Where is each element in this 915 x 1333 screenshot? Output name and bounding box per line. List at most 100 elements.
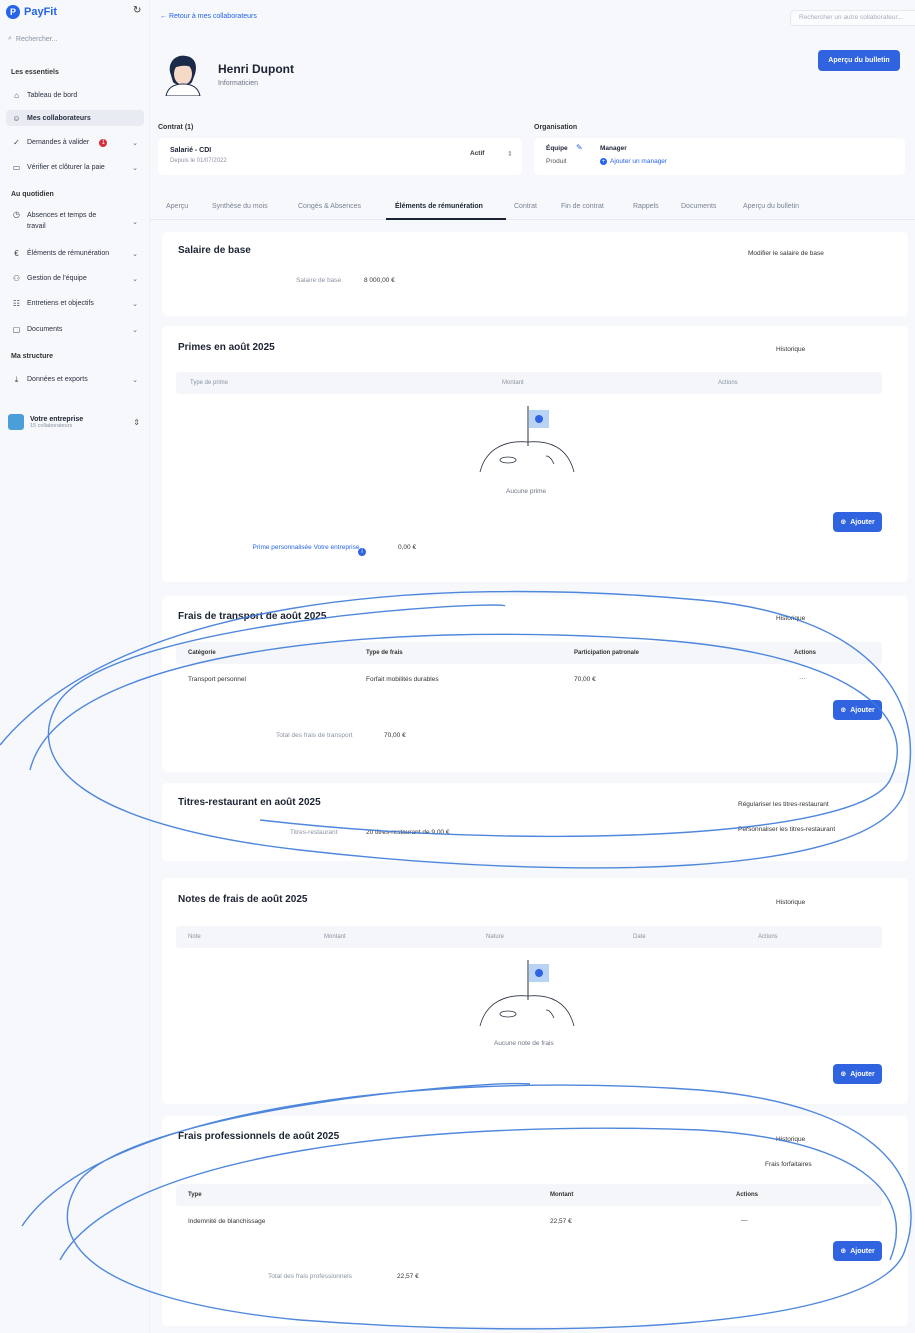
refresh-icon[interactable]: ↻ [133,5,141,16]
active-tab-indicator [386,218,506,220]
column-header[interactable]: Montant [324,934,346,940]
tab-monthly-summary[interactable]: Synthèse du mois [212,203,268,210]
cell-type: Indemnité de blanchissage [188,1218,266,1225]
sidebar-item-label: Demandes à valider [27,139,90,146]
section-title: Primes en août 2025 [178,342,275,353]
total-value: 70,00 € [384,732,406,739]
sidebar-item-team[interactable]: ⚇ Gestion de l'équipe ⌄ [6,271,144,286]
chevron-down-icon: ⌄ [132,326,138,334]
payslip-preview-button[interactable]: Aperçu du bulletin [818,50,900,71]
check-circle-icon: ✓ [13,138,20,147]
sidebar-item-absences[interactable]: ◷ Absences et temps de travail ⌄ [6,210,144,236]
section-title: Titres-restaurant en août 2025 [178,797,321,808]
sidebar-item-label: Gestion de l'équipe [27,275,87,282]
chevron-down-icon: ⌄ [132,300,138,308]
info-icon[interactable]: i [358,548,366,556]
empty-state-illustration [479,960,575,1027]
chevron-down-icon: ⌄ [132,139,138,147]
add-transport-button[interactable]: ⊕ Ajouter [833,700,882,720]
contract-card[interactable]: Salarié - CDI Depuis le 01/07/2022 Actif… [158,138,522,175]
history-button[interactable]: Historique [776,899,805,906]
tab-contract[interactable]: Contrat [514,203,537,210]
add-button-label: Ajouter [850,1247,875,1255]
flat-fees-button[interactable]: Frais forfaitaires [765,1161,812,1168]
cell-amount: 22,57 € [550,1218,572,1225]
salary-value: 8 000,00 € [364,277,395,284]
section-title: Salaire de base [178,245,251,256]
sidebar-item-label: Absences et temps de travail [27,212,97,230]
column-header[interactable]: Catégorie [188,650,216,656]
sidebar-item-collaborators[interactable]: ☺ Mes collaborateurs [6,110,144,126]
sidebar-item-label: Documents [27,326,63,333]
meal-value: 20 titres-restaurant de 9,00 € [366,829,450,836]
edit-pencil-icon[interactable]: ✎ [576,143,583,152]
section-label-essentiels: Les essentiels [11,69,59,76]
tab-reminders[interactable]: Rappels [633,203,659,210]
empty-state-text: Aucune note de frais [494,1040,554,1047]
contract-title: Salarié - CDI [170,147,212,154]
column-header[interactable]: Type de frais [366,650,403,656]
tab-leaves[interactable]: Congés & Absences [298,203,361,210]
sidebar-item-label: Tableau de bord [27,92,78,99]
add-expense-button[interactable]: ⊕ Ajouter [833,1064,882,1084]
column-header[interactable]: Participation patronale [574,650,639,656]
collaborator-search-input[interactable]: Rechercher un autre collaborateur... ⇕ [790,10,915,26]
app-name: PayFit [24,6,58,18]
back-link[interactable]: ← Retour à mes collaborateurs [160,13,257,20]
main-content: ← Retour à mes collaborateurs Rechercher… [150,0,915,1333]
section-title: Notes de frais de août 2025 [178,894,308,905]
sidebar-item-label: Mes collaborateurs [27,114,91,122]
sidebar-item-dashboard[interactable]: ⌂ Tableau de bord [6,88,144,103]
sidebar-item-exports[interactable]: ⤓ Données et exports ⌄ [6,372,144,387]
sidebar-search[interactable]: ⌕ Rechercher... [8,31,142,47]
company-switcher[interactable]: Votre entreprise 15 collaborateurs ⇕ [8,410,146,434]
table-header: Type de prime Montant Actions [176,372,882,394]
history-button[interactable]: Historique [776,346,805,353]
team-label: Équipe [546,145,568,152]
column-header[interactable]: Type de prime [190,380,228,386]
contract-status: Actif [470,150,485,157]
tab-documents[interactable]: Documents [681,203,716,210]
history-button[interactable]: Historique [776,1136,805,1143]
add-pro-fee-button[interactable]: ⊕ Ajouter [833,1241,882,1261]
table-header: Note Montant Nature Date Actions [176,926,882,948]
tab-end-of-contract[interactable]: Fin de contrat [561,203,604,210]
column-header[interactable]: Nature [486,934,504,940]
row-actions-menu[interactable]: ··· [799,675,806,682]
add-button-label: Ajouter [850,1070,875,1078]
sidebar-item-payroll[interactable]: ▭ Vérifier et clôturer la paie ⌄ [6,160,144,175]
plus-circle-icon: + [600,158,607,165]
column-header[interactable]: Note [188,934,201,940]
column-header[interactable]: Montant [502,380,524,386]
plus-circle-icon: ⊕ [840,1071,847,1078]
tab-payslip-preview[interactable]: Aperçu du bulletin [743,203,799,210]
history-button[interactable]: Historique [776,615,805,622]
payfit-logo[interactable]: P PayFit [6,5,57,19]
total-label: Total des frais professionnels [268,1273,352,1280]
customize-meal-button[interactable]: Personnaliser les titres-restaurant [738,826,835,833]
add-bonus-button[interactable]: ⊕ Ajouter [833,512,882,532]
sidebar-item-compensation[interactable]: € Éléments de rémunération ⌄ [6,246,144,261]
avatar [165,55,201,96]
add-manager-link[interactable]: + Ajouter un manager [600,158,667,165]
regularize-meal-button[interactable]: Régulariser les titres-restaurant [738,801,829,808]
contract-label: Contrat (1) [158,124,194,131]
sidebar-item-requests[interactable]: ✓ Demandes à valider 1 ⌄ [6,135,144,150]
row-actions-menu[interactable]: — [741,1217,748,1224]
chevron-down-icon: ⌄ [132,219,138,226]
chevron-down-icon: ⌄ [132,275,138,283]
custom-bonus-label[interactable]: Prime personnalisée Votre entreprise [252,542,360,554]
chevron-down-icon: ⌄ [132,164,138,172]
column-header[interactable]: Type [188,1192,202,1198]
column-header[interactable]: Date [633,934,646,940]
sidebar-item-reviews[interactable]: ☷ Entretiens et objectifs ⌄ [6,296,144,311]
tab-overview[interactable]: Aperçu [166,203,188,210]
sidebar-item-documents[interactable]: ▢ Documents ⌄ [6,322,144,337]
tab-compensation[interactable]: Éléments de rémunération [395,203,483,210]
search-icon: ⌕ [8,35,12,42]
plus-circle-icon: ⊕ [840,1248,847,1255]
payslip-icon: ▭ [12,163,21,172]
column-header[interactable]: Montant [550,1192,573,1198]
edit-salary-button[interactable]: Modifier le salaire de base [748,250,824,257]
total-value: 22,57 € [397,1273,419,1280]
